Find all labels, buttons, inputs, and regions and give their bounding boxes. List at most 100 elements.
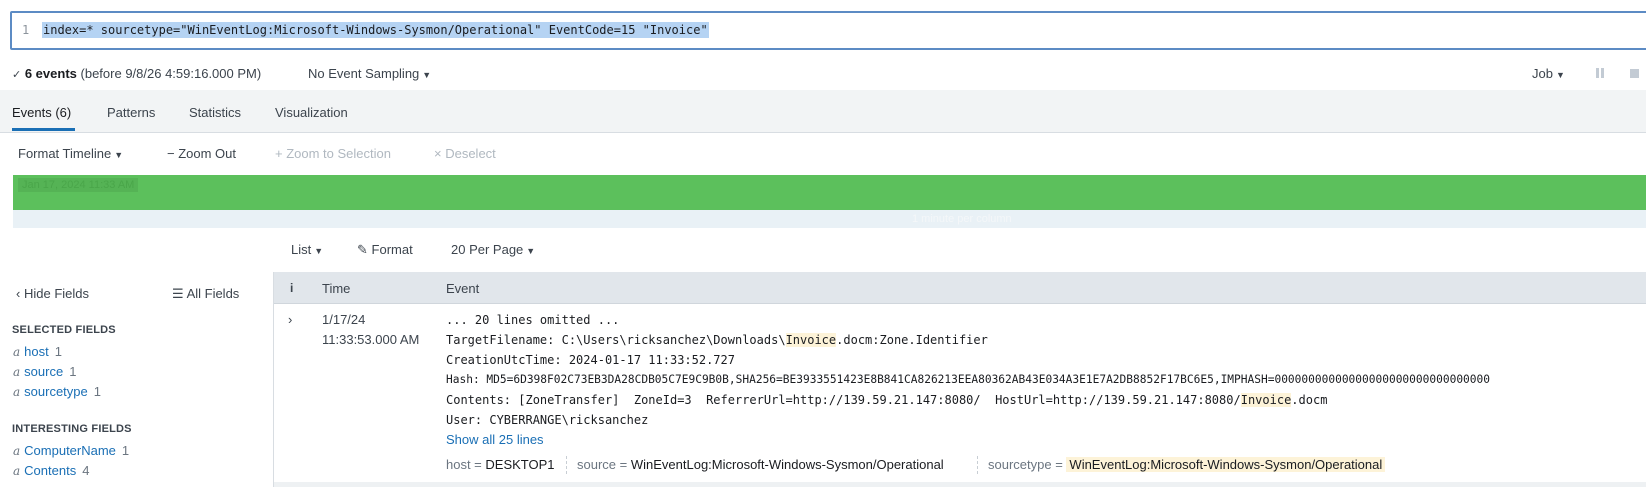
tab-bar [0,90,1646,133]
line-number: 1 [22,23,30,37]
timeline-bar[interactable] [13,175,1646,210]
zoom-out-button[interactable]: − Zoom Out [167,146,236,161]
format-timeline-button[interactable]: Format Timeline ▼ [18,146,123,161]
event-line-hash: Hash: MD5=6D398F02C73EB3DA28CDB05C7E9C9B… [446,373,1490,386]
field-type: a [13,345,21,359]
check-icon: ✓ [12,69,22,81]
per-page-dropdown[interactable]: 20 Per Page ▼ [451,242,535,257]
field-name[interactable]: Contents [24,463,76,478]
kv-key: sourcetype = [988,457,1063,472]
field-count: 1 [93,384,101,399]
events-table-header [274,272,1646,304]
caret-down-icon: ▼ [526,246,536,256]
field-count: 1 [54,344,62,359]
field-type: a [13,464,21,478]
event-line-user: User: CYBERRANGE\ricksanchez [446,413,649,427]
deselect-button[interactable]: × Deselect [434,146,496,161]
field-name[interactable]: source [24,364,63,379]
field-name[interactable]: host [24,344,49,359]
tab-visualization[interactable]: Visualization [275,105,348,120]
search-highlight[interactable]: Invoice [1240,393,1292,407]
field-type: a [13,444,21,458]
event-text: TargetFilename: C:\Users\ricksanchez\Dow… [446,333,786,347]
list-view-label: List [291,242,312,257]
format-label: Format [371,242,413,257]
kv-value[interactable]: DESKTOP1 [485,457,554,472]
field-count: 1 [121,443,130,458]
kv-value[interactable]: WinEventLog:Microsoft-Windows-Sysmon/Ope… [1066,457,1386,472]
before-time: (before 9/8/26 4:59:16.000 PM) [80,66,262,81]
next-row [274,482,1646,487]
hide-fields-label: Hide Fields [23,286,89,301]
hide-fields-button[interactable]: ‹ Hide Fields [16,286,89,301]
zoom-to-selection-button[interactable]: + Zoom to Selection [275,146,391,161]
event-line-creationutctime: CreationUtcTime: 2024-01-17 11:33:52.727 [446,353,735,367]
search-bar[interactable]: 1 index=* sourcetype="WinEventLog:Micros… [10,11,1646,50]
per-page-label: 20 Per Page [451,242,524,257]
event-line-contents: Contents: [ZoneTransfer] ZoneId=3 Referr… [446,392,1327,408]
event-text: .docm [1291,393,1328,407]
field-sourcetype[interactable]: a sourcetype 1 [13,384,101,399]
job-menu[interactable]: Job ▼ [1532,66,1565,81]
list-icon: ☰ [172,286,184,301]
field-name[interactable]: sourcetype [24,384,88,399]
kv-separator [566,456,568,474]
kv-sourcetype[interactable]: sourcetype = WinEventLog:Microsoft-Windo… [988,457,1386,472]
field-source[interactable]: a source 1 [13,364,76,379]
event-text: .docm:Zone.Identifier [836,333,988,347]
interesting-fields-heading: INTERESTING FIELDS [12,423,132,435]
chevron-left-icon: ‹ [16,286,21,301]
field-count: 4 [82,463,90,478]
search-highlight[interactable]: Invoice [785,333,837,347]
expand-row-chevron-icon[interactable]: › [288,312,292,327]
event-column-header: Event [446,281,480,296]
selected-fields-heading: SELECTED FIELDS [12,324,116,336]
event-sampling-label: No Event Sampling [308,66,420,81]
kv-host[interactable]: host = DESKTOP1 [446,457,555,472]
list-view-dropdown[interactable]: List ▼ [291,242,323,257]
field-name[interactable]: ComputerName [24,443,116,458]
field-computername[interactable]: a ComputerName 1 [13,443,129,458]
format-button[interactable]: ✎ Format [357,242,413,258]
timeline-time-label: Jan 17, 2024 11:33 AM [18,178,139,192]
kv-key: source = [577,457,628,472]
show-all-lines-link[interactable]: Show all 25 lines [446,432,544,447]
event-line-targetfilename: TargetFilename: C:\Users\ricksanchez\Dow… [446,332,988,348]
timeline-scale-label: 1 minute per column [912,213,1012,225]
tab-statistics[interactable]: Statistics [189,105,241,120]
tab-events[interactable]: Events (6) [12,105,71,120]
format-timeline-label: Format Timeline [18,146,112,161]
active-tab-indicator [12,128,75,131]
job-label: Job [1532,66,1553,81]
info-column-header: i [290,281,294,295]
search-query[interactable]: index=* sourcetype="WinEventLog:Microsof… [42,22,709,38]
kv-source[interactable]: source = WinEventLog:Microsoft-Windows-S… [577,457,944,472]
field-contents[interactable]: a Contents 4 [13,463,89,478]
event-time: 11:33:53.000 AM [322,332,420,347]
event-sampling-dropdown[interactable]: No Event Sampling ▼ [308,66,431,81]
field-type: a [13,365,21,379]
event-text: Contents: [ZoneTransfer] ZoneId=3 Referr… [446,393,1241,407]
pause-icon[interactable] [1596,68,1605,78]
tab-patterns[interactable]: Patterns [107,105,155,120]
caret-down-icon: ▼ [1555,70,1565,80]
event-count: 6 events [24,66,77,81]
time-column-header[interactable]: Time [322,281,350,296]
event-date: 1/17/24 [322,312,366,327]
field-count: 1 [69,364,77,379]
pencil-icon: ✎ [357,242,368,257]
event-status: ✓ 6 events (before 9/8/26 4:59:16.000 PM… [12,66,261,81]
caret-down-icon: ▼ [422,70,432,80]
field-host[interactable]: a host 1 [13,344,62,359]
kv-key: host = [446,457,482,472]
all-fields-button[interactable]: ☰ All Fields [172,286,239,302]
kv-separator [977,456,979,474]
caret-down-icon: ▼ [314,246,324,256]
stop-icon[interactable] [1630,69,1639,78]
timeline-scale-bar [13,210,1646,228]
kv-value[interactable]: WinEventLog:Microsoft-Windows-Sysmon/Ope… [631,457,944,472]
caret-down-icon: ▼ [114,150,124,160]
field-type: a [13,385,21,399]
all-fields-label: All Fields [186,286,240,301]
event-line-omitted: ... 20 lines omitted ... [446,313,620,327]
